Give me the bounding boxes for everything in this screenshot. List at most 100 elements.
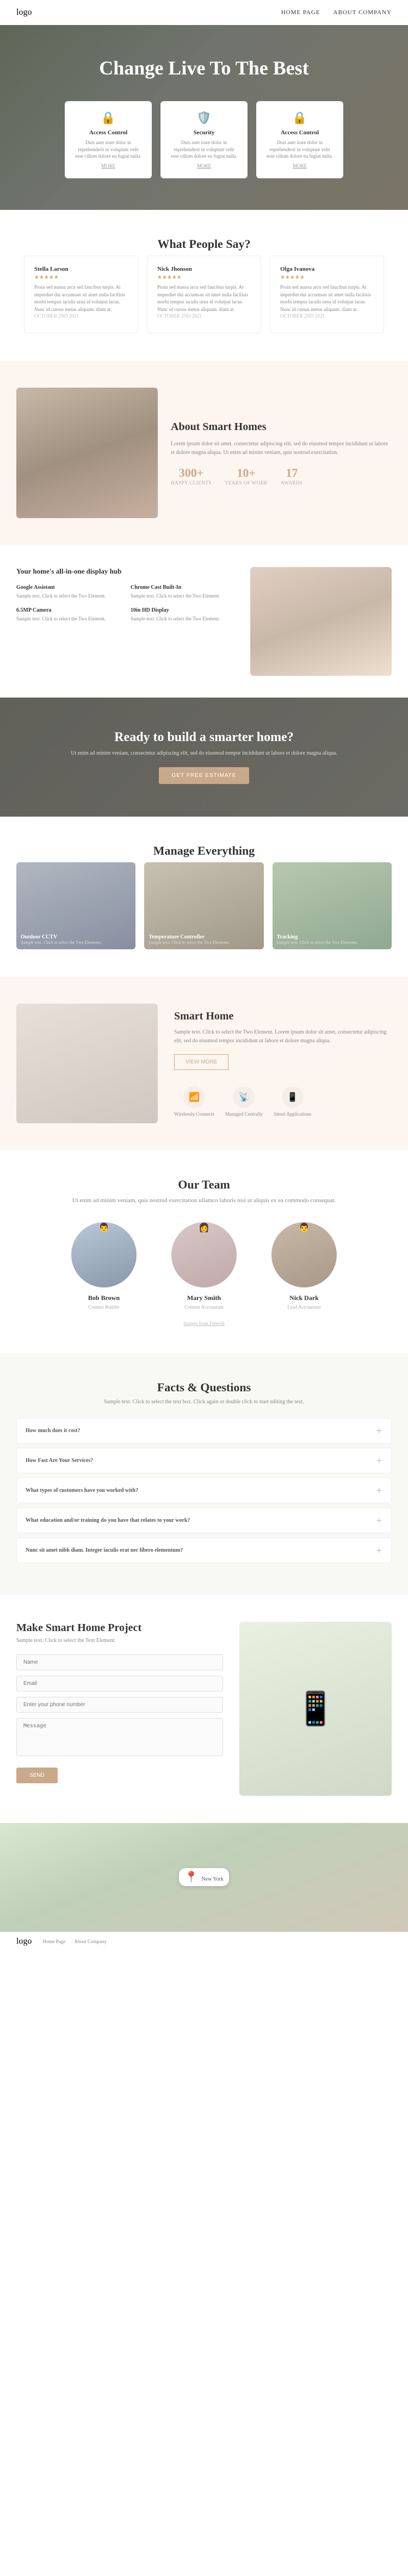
footer-about[interactable]: About Company — [74, 1939, 107, 1944]
manage-grid: Outdoor CCTV Sample text. Click to selec… — [16, 862, 392, 949]
hub-feat-text-2: Sample text. Click to select the Two Ele… — [16, 615, 123, 623]
footer-home[interactable]: Home Page — [42, 1939, 65, 1944]
managed-icon: 📡 — [233, 1086, 255, 1108]
hero-card-more-1[interactable]: MORE — [169, 163, 239, 169]
manage-card-text-0: Sample text. Click to select the Two Ele… — [21, 940, 102, 945]
team-grid: 👨 Bob Brown Content Builder 👩 Mary Smith… — [16, 1222, 392, 1310]
manage-card-text-1: Sample text. Click to select the Two Ele… — [149, 940, 230, 945]
faq-question-0: How much does it cost? — [26, 1428, 81, 1434]
email-field-group — [16, 1676, 223, 1691]
faq-section: Facts & Questions Sample text. Click to … — [0, 1353, 408, 1595]
footer-links: Home Page About Company — [42, 1939, 107, 1944]
hub-feat-title-0: Google Assistant — [16, 584, 123, 590]
hero-card-text-2: Duis aute irure dolor in reprehenderit i… — [265, 139, 335, 160]
hub-feature-2: 6.5MP Camera Sample text. Click to selec… — [16, 607, 123, 623]
hero-card-title-2: Access Control — [265, 129, 335, 136]
team-member-2: 👨 Nick Dark Lead Accountant — [261, 1222, 348, 1310]
hub-feat-title-3: 10in HD Display — [131, 607, 237, 613]
map-section: 📍 New York — [0, 1823, 408, 1932]
hero-card-more-0[interactable]: MORE — [73, 163, 143, 169]
nav-about[interactable]: About Company — [333, 9, 392, 16]
team-photo-0: 👨 — [71, 1222, 137, 1287]
person-icon-2: 👨 — [299, 1223, 310, 1233]
map-pin-icon: 📍 — [184, 1871, 198, 1883]
manage-card-label-2: Tracking Sample text. Click to select th… — [277, 934, 358, 945]
hub-feat-title-2: 6.5MP Camera — [16, 607, 123, 613]
about-inner: About Smart Homes Lorem ipsum dolor sit … — [16, 388, 392, 518]
message-input[interactable] — [16, 1718, 223, 1756]
email-input[interactable] — [16, 1676, 223, 1691]
faq-item-2[interactable]: What types of customers have you worked … — [16, 1478, 392, 1503]
stat-label-2: AWARDS — [281, 480, 302, 486]
hub-feat-text-3: Sample text. Click to select the Two Ele… — [131, 615, 237, 623]
send-button[interactable]: SEND — [16, 1768, 58, 1783]
tc-name-0: Stella Larson — [34, 266, 128, 272]
hero-card-title-0: Access Control — [73, 129, 143, 136]
team-name-0: Bob Brown — [60, 1294, 147, 1302]
smart-section: Smart Home Sample text. Click to select … — [0, 976, 408, 1150]
chevron-down-icon-1: ＋ — [376, 1456, 382, 1465]
testimonial-0: Stella Larson ★★★★★ Proin sed massa arcu… — [24, 256, 138, 333]
manage-card-2: Tracking Sample text. Click to select th… — [273, 862, 392, 949]
hero-card-1: 🛡️ Security Duis aute irure dolor in rep… — [160, 101, 248, 178]
hero-card-title-1: Security — [169, 129, 239, 136]
hub-content: Your home's all-in-one display hub Googl… — [16, 567, 237, 622]
tablet-icon: 📱 — [295, 1689, 336, 1728]
name-input[interactable] — [16, 1654, 223, 1670]
nav-home[interactable]: Home Page — [281, 9, 320, 16]
manage-card-label-0: Outdoor CCTV Sample text. Click to selec… — [21, 934, 102, 945]
hero-section: Change Live To The Best 🔒 Access Control… — [0, 25, 408, 210]
map-city: New York — [201, 1876, 224, 1882]
hub-feature-0: Google Assistant Sample text. Click to s… — [16, 584, 123, 600]
testimonial-1: Nick Jhonson ★★★★★ Proin sed massa arcu … — [147, 256, 261, 333]
smart-content: Smart Home Sample text. Click to select … — [174, 1010, 392, 1117]
manage-section: Manage Everything Outdoor CCTV Sample te… — [0, 817, 408, 976]
team-name-1: Mary Smith — [160, 1294, 248, 1302]
team-name-2: Nick Dark — [261, 1294, 348, 1302]
faq-item-3[interactable]: What education and/or training do you ha… — [16, 1508, 392, 1533]
lock-icon-0: 🔒 — [73, 111, 143, 125]
smart-icon-0: 📶 Wirelessly Connects — [174, 1086, 214, 1117]
faq-item-0[interactable]: How much does it cost? ＋ — [16, 1418, 392, 1443]
stat-num-2: 17 — [281, 466, 302, 480]
stat-num-0: 300+ — [171, 466, 212, 480]
faq-item-1[interactable]: How Fast Are Your Services? ＋ — [16, 1448, 392, 1473]
faq-item-4[interactable]: Nunc sit amet nibh diam. Integer iaculis… — [16, 1538, 392, 1563]
tc-name-2: Olga Ivanova — [280, 266, 374, 272]
footer-logo: logo — [16, 1937, 32, 1946]
about-title: About Smart Homes — [171, 421, 392, 433]
chevron-down-icon-0: ＋ — [376, 1426, 382, 1435]
phone-field-group — [16, 1697, 223, 1713]
faq-question-1: How Fast Are Your Services? — [26, 1458, 93, 1464]
hub-image — [250, 567, 392, 676]
hub-feat-text-0: Sample text. Click to select the Two Ele… — [16, 593, 123, 600]
freepik-link[interactable]: Images from Freepik — [183, 1321, 224, 1326]
faq-title: Facts & Questions — [16, 1380, 392, 1395]
smart-icon-2: 📱 Smart Applications — [274, 1086, 311, 1117]
view-more-button[interactable]: VIEW MORE — [174, 1054, 228, 1070]
team-role-2: Lead Accountant — [261, 1304, 348, 1310]
si-label-0: Wirelessly Connects — [174, 1111, 214, 1117]
hub-feature-1: Chrome Cast Built-In Sample text. Click … — [131, 584, 237, 600]
team-sub: Ut enim ad minim veniam, quis nostrud ex… — [16, 1196, 392, 1206]
smart-title: Smart Home — [174, 1010, 392, 1023]
tc-name-1: Nick Jhonson — [157, 266, 251, 272]
phone-input[interactable] — [16, 1697, 223, 1713]
testimonials-section: What People Say? Stella Larson ★★★★★ Pro… — [0, 210, 408, 360]
chevron-down-icon-3: ＋ — [376, 1516, 382, 1525]
si-label-1: Managed Centrally — [225, 1111, 263, 1117]
contact-title: Make Smart Home Project — [16, 1622, 223, 1634]
faq-sub: Sample text. Click to select the text bo… — [16, 1399, 392, 1405]
shield-icon-1: 🛡️ — [169, 111, 239, 125]
team-role-1: Content Accountant — [160, 1304, 248, 1310]
tc-text-2: Proin sed massa arcu sed faucibus turpis… — [280, 284, 374, 313]
person-icon-0: 👨 — [98, 1223, 109, 1233]
hero-card-2: 🔒 Access Control Duis aute irure dolor i… — [256, 101, 343, 178]
cta-text: Ut enim ad minim veniam, consectetur adi… — [16, 750, 392, 756]
lock-icon-2: 🔒 — [265, 111, 335, 125]
hero-card-more-2[interactable]: MORE — [265, 163, 335, 169]
cta-button[interactable]: GET FREE ESTIMATE — [159, 767, 250, 784]
contact-sub: Sample text. Click to select the Text El… — [16, 1638, 223, 1644]
stat-num-1: 10+ — [225, 466, 268, 480]
about-stats: 300+ HAPPY CLIENTS 10+ YEARS OF WORK 17 … — [171, 466, 392, 486]
